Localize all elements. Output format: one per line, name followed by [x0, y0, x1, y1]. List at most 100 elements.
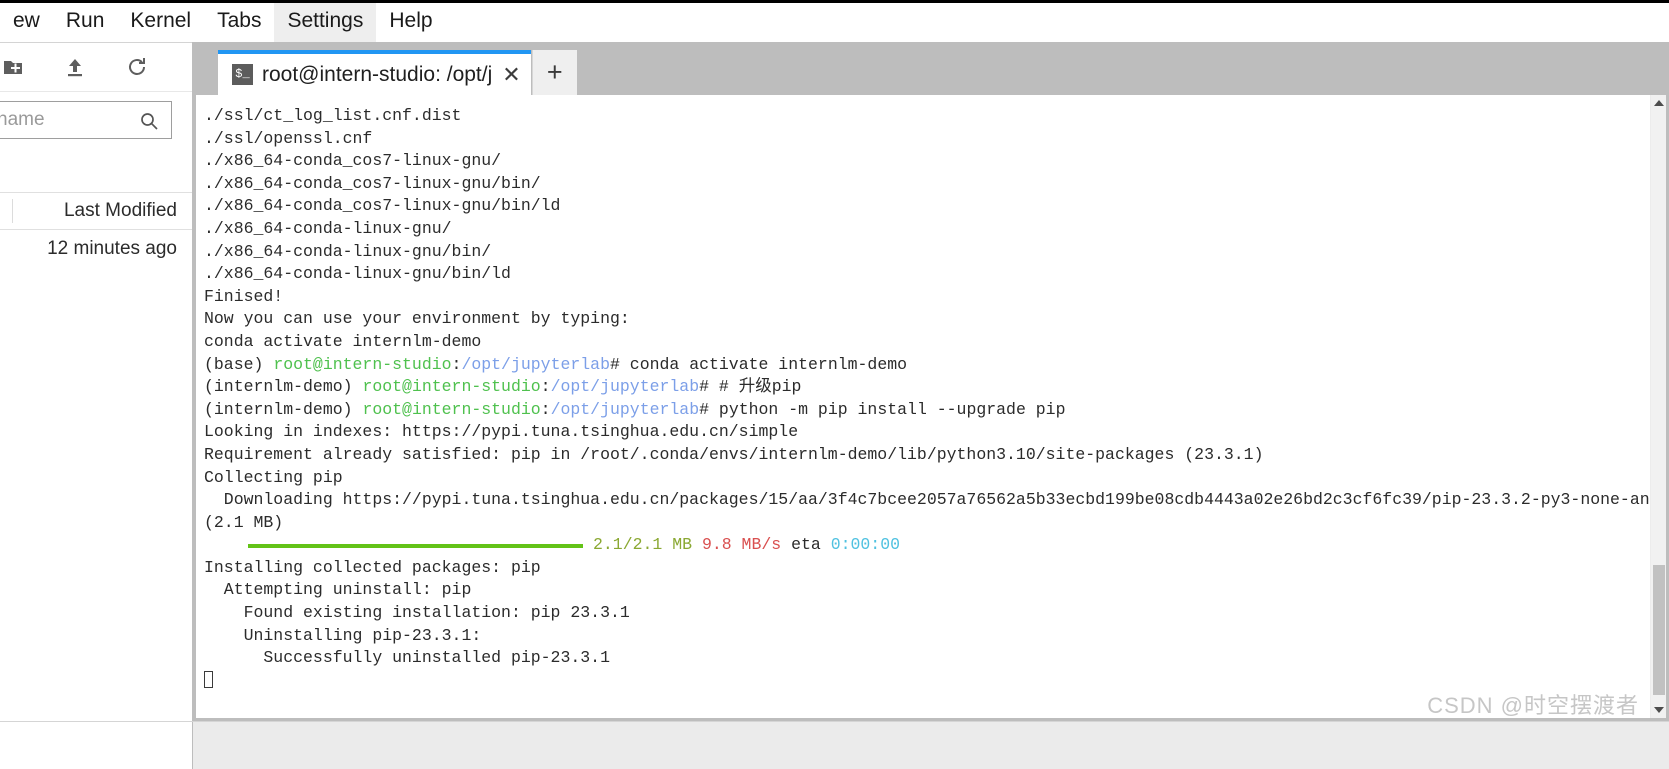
refresh-icon[interactable]	[110, 42, 164, 92]
terminal-line: conda activate internlm-demo	[204, 331, 1650, 354]
terminal-line: ./x86_64-conda_cos7-linux-gnu/bin/	[204, 173, 1650, 196]
terminal-text: Successfully uninstalled pip-23.3.1	[204, 648, 610, 668]
terminal-line: Installing collected packages: pip	[204, 557, 1650, 580]
terminal-text: conda activate internlm-demo	[204, 331, 482, 351]
terminal-text: Found existing installation: pip 23.3.1	[204, 603, 630, 623]
add-tab-button[interactable]: +	[531, 50, 577, 95]
terminal-text: root@intern-studio	[273, 354, 452, 374]
terminal-text: ./ssl/openssl.cnf	[204, 128, 373, 148]
close-icon[interactable]: ✕	[502, 63, 520, 86]
terminal-line: Successfully uninstalled pip-23.3.1	[204, 647, 1650, 670]
terminal-text: :	[451, 354, 462, 374]
terminal-text: ./x86_64-conda_cos7-linux-gnu/	[204, 151, 502, 171]
terminal-icon: $_	[232, 64, 253, 85]
terminal-line: (internlm-demo) root@intern-studio:/opt/…	[204, 399, 1650, 422]
search-input[interactable]	[0, 109, 117, 131]
terminal-text: (internlm-demo)	[204, 399, 363, 419]
terminal-text: Looking in indexes: https://pypi.tuna.ts…	[204, 422, 799, 442]
scroll-down-icon[interactable]	[1651, 702, 1667, 718]
terminal-line: Found existing installation: pip 23.3.1	[204, 602, 1650, 625]
progress-eta: 0:00:00	[830, 535, 900, 555]
menu-item-kernel[interactable]: Kernel	[117, 1, 204, 42]
terminal-text: root@intern-studio	[362, 399, 541, 419]
dock-area: $_ root@intern-studio: /opt/j ✕ + ./ssl/…	[193, 42, 1669, 721]
terminal-line: Collecting pip	[204, 467, 1650, 490]
scrollbar-thumb[interactable]	[1653, 565, 1665, 695]
terminal-line: ./x86_64-conda-linux-gnu/bin/ld	[204, 263, 1650, 286]
terminal-line: Downloading https://pypi.tuna.tsinghua.e…	[204, 489, 1650, 512]
terminal-text: # conda activate internlm-demo	[609, 354, 908, 374]
terminal-text: Collecting pip	[204, 467, 343, 487]
terminal-text: :	[540, 399, 551, 419]
terminal-line: (2.1 MB)	[204, 512, 1650, 535]
column-header-last-modified[interactable]: Last Modified	[0, 192, 192, 230]
status-bar	[0, 721, 1669, 769]
terminal-text: :	[540, 377, 551, 397]
search-icon[interactable]	[139, 111, 159, 136]
terminal-text: ./x86_64-conda_cos7-linux-gnu/bin/	[204, 173, 541, 193]
breadcrumb	[0, 148, 192, 192]
menu-item-run[interactable]: Run	[53, 1, 118, 42]
terminal-line: ./x86_64-conda_cos7-linux-gnu/	[204, 150, 1650, 173]
file-search-row	[0, 92, 192, 148]
terminal-line: ./x86_64-conda-linux-gnu/	[204, 218, 1650, 241]
terminal-line: ./ssl/openssl.cnf	[204, 128, 1650, 151]
list-item[interactable]: 12 minutes ago	[0, 230, 192, 268]
terminal-output[interactable]: ./ssl/ct_log_list.cnf.dist ./ssl/openssl.…	[196, 95, 1650, 718]
terminal-text: (internlm-demo)	[204, 377, 363, 397]
terminal-line: Attempting uninstall: pip	[204, 579, 1650, 602]
terminal-text: /opt/jupyterlab	[550, 377, 700, 397]
terminal-text: ./x86_64-conda-linux-gnu/bin/	[204, 241, 492, 261]
terminal-text: /opt/jupyterlab	[550, 399, 700, 419]
terminal-line: Looking in indexes: https://pypi.tuna.ts…	[204, 421, 1650, 444]
terminal-text: (base)	[204, 354, 274, 374]
search-box[interactable]	[0, 101, 172, 139]
terminal-line: Now you can use your environment by typi…	[204, 308, 1650, 331]
menu-item-help[interactable]: Help	[376, 1, 445, 42]
menu-item-settings[interactable]: Settings	[274, 0, 377, 42]
tab-bar: $_ root@intern-studio: /opt/j ✕ +	[193, 42, 1669, 95]
progress-eta-label: eta	[791, 535, 821, 555]
upload-icon[interactable]	[48, 42, 102, 92]
terminal-line: ./ssl/ct_log_list.cnf.dist	[204, 105, 1650, 128]
new-folder-icon[interactable]	[0, 42, 40, 92]
menu-item-tabs[interactable]: Tabs	[204, 1, 274, 42]
terminal-line: Uninstalling pip-23.3.1:	[204, 625, 1650, 648]
menu-item-ew[interactable]: ew	[0, 1, 53, 42]
terminal-text: ./ssl/ct_log_list.cnf.dist	[204, 106, 462, 125]
block-cursor-icon	[204, 670, 213, 688]
terminal-text: ./x86_64-conda-linux-gnu/bin/ld	[204, 264, 511, 284]
terminal-scrollbar[interactable]	[1650, 95, 1666, 718]
terminal-line: ./x86_64-conda-linux-gnu/bin/	[204, 241, 1650, 264]
terminal-text: root@intern-studio	[362, 377, 541, 397]
progress-bar	[248, 543, 583, 548]
file-browser-toolbar	[0, 42, 192, 92]
terminal-line: (base) root@intern-studio:/opt/jupyterla…	[204, 354, 1650, 377]
terminal-text: Installing collected packages: pip	[204, 557, 541, 577]
terminal-text: ./x86_64-conda-linux-gnu/	[204, 218, 452, 238]
terminal-text: # # 升级pip	[699, 377, 802, 397]
terminal-line: Requirement already satisfied: pip in /r…	[204, 444, 1650, 467]
file-browser-panel: Last Modified 12 minutes ago	[0, 42, 193, 721]
terminal-text: Requirement already satisfied: pip in /r…	[204, 444, 1264, 464]
terminal-line: (internlm-demo) root@intern-studio:/opt/…	[204, 376, 1650, 399]
download-progress-row: 2.1/2.1 MB 9.8 MB/s eta 0:00:00	[204, 534, 1650, 557]
terminal-text: Downloading https://pypi.tuna.tsinghua.e…	[204, 490, 1650, 510]
progress-speed: 9.8 MB/s	[701, 535, 782, 555]
terminal-text: Now you can use your environment by typi…	[204, 309, 630, 329]
terminal-panel: ./ssl/ct_log_list.cnf.dist ./ssl/openssl.…	[196, 95, 1666, 718]
tab-terminal[interactable]: $_ root@intern-studio: /opt/j ✕	[218, 50, 531, 95]
status-right	[193, 722, 1669, 769]
scroll-up-icon[interactable]	[1651, 95, 1667, 111]
terminal-text: (2.1 MB)	[204, 512, 284, 532]
terminal-text: Attempting uninstall: pip	[204, 580, 472, 600]
terminal-text: ./x86_64-conda_cos7-linux-gnu/bin/ld	[204, 196, 561, 216]
terminal-line: ./x86_64-conda_cos7-linux-gnu/bin/ld	[204, 195, 1650, 218]
tab-label: root@intern-studio: /opt/j	[262, 62, 493, 86]
watermark: CSDN @时空摆渡者	[1427, 693, 1639, 718]
terminal-text: Finised!	[204, 286, 284, 306]
terminal-text: Uninstalling pip-23.3.1:	[204, 625, 482, 645]
main-menubar: ew Run Kernel Tabs Settings Help	[0, 0, 1669, 42]
progress-size: 2.1/2.1 MB	[593, 535, 693, 555]
terminal-text: /opt/jupyterlab	[461, 354, 610, 374]
